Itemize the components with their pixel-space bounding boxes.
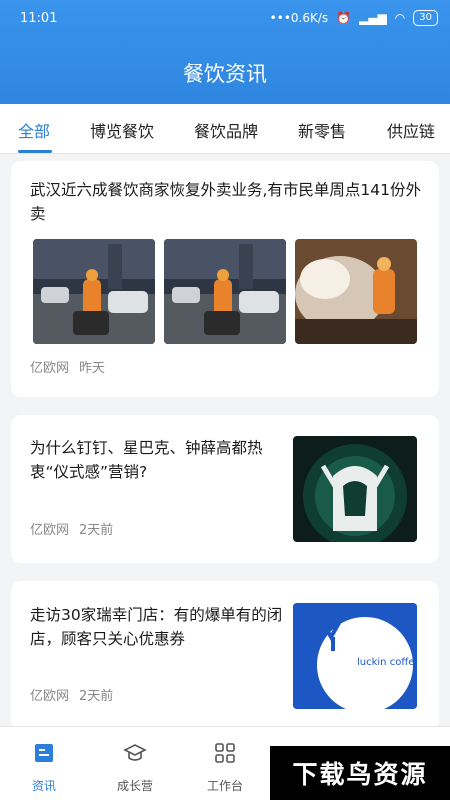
nav-news[interactable]: 资讯 <box>14 739 74 794</box>
article-meta: 亿欧网 2天前 <box>30 685 113 704</box>
article-image <box>295 239 417 344</box>
nav-workbench-label: 工作台 <box>206 779 243 793</box>
signal-icon: ▂▄▆ <box>359 11 387 25</box>
article-image <box>33 239 155 344</box>
wifi-icon: ◠ <box>394 11 406 25</box>
graduation-cap-icon <box>105 739 165 767</box>
status-bar: 11:01 •••0.6K/s ⏰ ▂▄▆ ◠ 30 <box>0 0 450 38</box>
tab-catering-brands[interactable]: 餐饮品牌 <box>194 118 258 142</box>
tab-all[interactable]: 全部 <box>18 118 50 142</box>
article-card[interactable]: 走访30家瑞幸门店：有的爆单有的闭店，顾客只关心优惠券 亿欧网 2天前 lucki… <box>11 581 439 729</box>
article-title: 为什么钉钉、星巴克、钟薛高都热衷“仪式感”营销? <box>30 439 263 481</box>
news-icon <box>14 739 74 767</box>
category-tabs: 全部 博览餐饮 餐饮品牌 新零售 供应链 <box>0 104 450 154</box>
tab-new-retail[interactable]: 新零售 <box>298 118 346 142</box>
tab-expo-catering[interactable]: 博览餐饮 <box>90 118 154 142</box>
status-right: •••0.6K/s ⏰ ▂▄▆ ◠ 30 <box>270 10 438 26</box>
luckin-image: luckin coffee <box>293 603 417 709</box>
article-card[interactable]: 武汉近六成餐饮商家恢复外卖业务,有市民单周点141份外卖 亿欧网 昨天 <box>11 161 439 397</box>
article-source: 亿欧网 <box>30 361 70 376</box>
article-meta: 亿欧网 昨天 <box>30 357 105 376</box>
article-time: 昨天 <box>79 361 106 376</box>
battery-icon: 30 <box>413 10 438 26</box>
luckin-logo-text: luckin coffee <box>357 657 417 668</box>
nav-news-label: 资讯 <box>31 779 56 793</box>
app-header: 11:01 •••0.6K/s ⏰ ▂▄▆ ◠ 30 餐饮资讯 <box>0 0 450 104</box>
grid-icon <box>195 739 255 767</box>
page-title: 餐饮资讯 <box>183 62 267 86</box>
network-speed: •••0.6K/s <box>269 11 329 25</box>
article-image <box>164 239 286 344</box>
tab-supply-chain[interactable]: 供应链 <box>387 118 435 142</box>
alarm-icon: ⏰ <box>336 11 352 25</box>
article-time: 2天前 <box>79 523 114 538</box>
nav-growth[interactable]: 成长营 <box>105 739 165 794</box>
article-source: 亿欧网 <box>30 689 70 704</box>
nav-growth-label: 成长营 <box>116 779 153 793</box>
nav-workbench[interactable]: 工作台 <box>195 739 255 794</box>
watermark: 下载鸟资源 <box>270 746 450 800</box>
article-source: 亿欧网 <box>30 523 70 538</box>
article-meta: 亿欧网 2天前 <box>30 519 113 538</box>
active-tab-indicator <box>18 150 52 153</box>
article-time: 2天前 <box>79 689 114 704</box>
article-title: 武汉近六成餐饮商家恢复外卖业务,有市民单周点141份外卖 <box>30 181 422 223</box>
article-title: 走访30家瑞幸门店：有的爆单有的闭店，顾客只关心优惠券 <box>30 606 283 648</box>
article-card[interactable]: 为什么钉钉、星巴克、钟薛高都热衷“仪式感”营销? 亿欧网 2天前 <box>11 415 439 563</box>
status-time: 11:01 <box>20 11 58 26</box>
starbucks-image <box>293 436 417 542</box>
